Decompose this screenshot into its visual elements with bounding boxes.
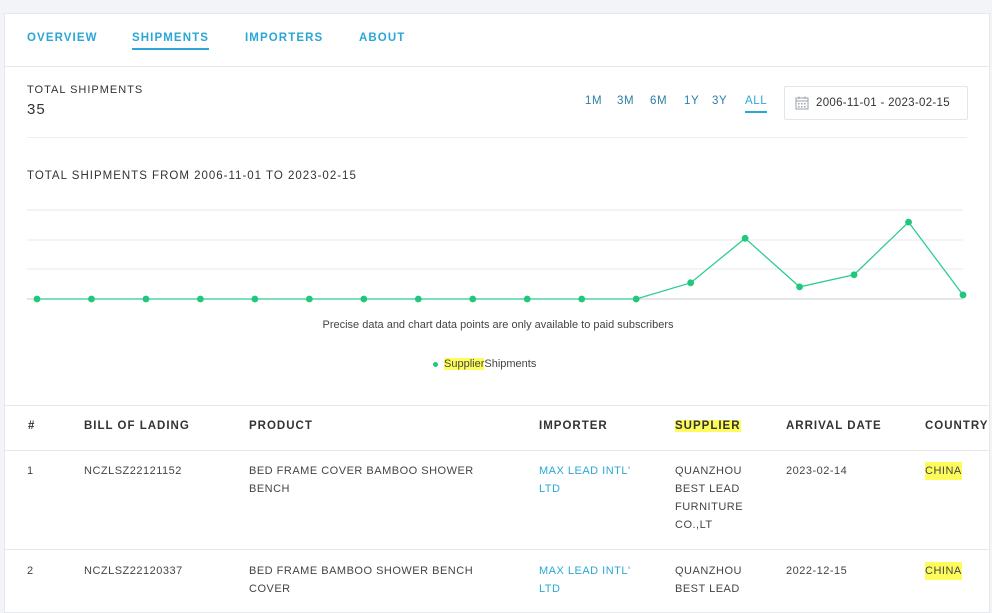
data-point-18[interactable]	[959, 291, 967, 299]
header-row-divider	[5, 450, 989, 451]
data-point-1[interactable]	[33, 295, 41, 303]
arrival-date: 2023-02-14	[786, 465, 848, 477]
column-header-arrival-date[interactable]: ARRIVAL DATE	[786, 420, 882, 432]
product-line-1: BED FRAME COVER BAMBOO SHOWER	[249, 465, 474, 477]
country: CHINA	[925, 562, 962, 580]
data-point-3[interactable]	[142, 295, 150, 303]
series-line-supplier-shipments	[37, 221, 964, 300]
importer-link-line-2[interactable]: LTD	[539, 580, 560, 598]
data-point-11[interactable]	[578, 295, 586, 303]
importer-link-line-2[interactable]: LTD	[539, 480, 560, 498]
data-point-15[interactable]	[796, 283, 803, 291]
chart-note: Precise data and chart data points are o…	[322, 319, 674, 331]
arrival-date: 2022-12-15	[786, 565, 848, 577]
product-line-1: BED FRAME BAMBOO SHOWER BENCH	[249, 565, 474, 577]
data-point-4[interactable]	[197, 295, 204, 303]
data-point-13[interactable]	[687, 279, 695, 287]
column-header-importer[interactable]: IMPORTER	[539, 420, 608, 432]
column-header-country[interactable]: COUNTRY	[925, 420, 988, 432]
column-header-number: #	[28, 420, 36, 432]
row-number: 2	[27, 565, 34, 577]
data-point-10[interactable]	[523, 295, 531, 303]
bill-of-lading: NCZLSZ22120337	[84, 565, 183, 577]
importer-link[interactable]: MAX LEAD INTL'	[539, 562, 631, 580]
supplier-line-4: CO.,LT	[675, 519, 713, 531]
data-point-14[interactable]	[741, 234, 749, 242]
table-top-border	[5, 405, 989, 406]
legend-dot	[433, 361, 438, 367]
supplier-line-1: QUANZHOU	[675, 465, 742, 477]
supplier-line-3: FURNITURE	[675, 501, 744, 513]
data-point-16[interactable]	[850, 271, 858, 279]
shipments-line-chart	[27, 209, 967, 303]
row-number: 1	[27, 465, 34, 477]
data-point-5[interactable]	[251, 295, 259, 303]
importer-link[interactable]: MAX LEAD INTL'	[539, 462, 631, 480]
legend-highlight-text: Supplier	[444, 358, 485, 370]
column-header-product[interactable]: PRODUCT	[249, 420, 313, 432]
legend-text: Shipments	[484, 358, 537, 370]
shipments-card: OVERVIEW SHIPMENTS IMPORTERS ABOUT TOTAL…	[4, 13, 990, 613]
supplier-line-1: QUANZHOU	[675, 565, 742, 577]
column-header-supplier[interactable]: SUPPLIER	[675, 420, 741, 432]
bill-of-lading: NCZLSZ22121152	[84, 465, 182, 477]
row-divider	[5, 549, 989, 550]
product-line-2: COVER	[249, 583, 291, 595]
data-point-7[interactable]	[360, 295, 368, 303]
data-point-8[interactable]	[414, 295, 422, 303]
data-point-9[interactable]	[469, 295, 477, 303]
supplier-line-2: BEST LEAD	[675, 483, 740, 495]
data-point-6[interactable]	[305, 295, 313, 303]
product-line-2: BENCH	[249, 483, 291, 495]
country: CHINA	[925, 462, 962, 480]
data-point-12[interactable]	[632, 295, 640, 303]
supplier-line-2: BEST LEAD	[675, 583, 740, 595]
data-point-17[interactable]	[905, 218, 912, 226]
data-point-2[interactable]	[88, 295, 95, 303]
column-header-bill-of-lading[interactable]: BILL OF LADING	[84, 420, 190, 432]
chart-legend[interactable]: SupplierShipments	[433, 358, 536, 370]
